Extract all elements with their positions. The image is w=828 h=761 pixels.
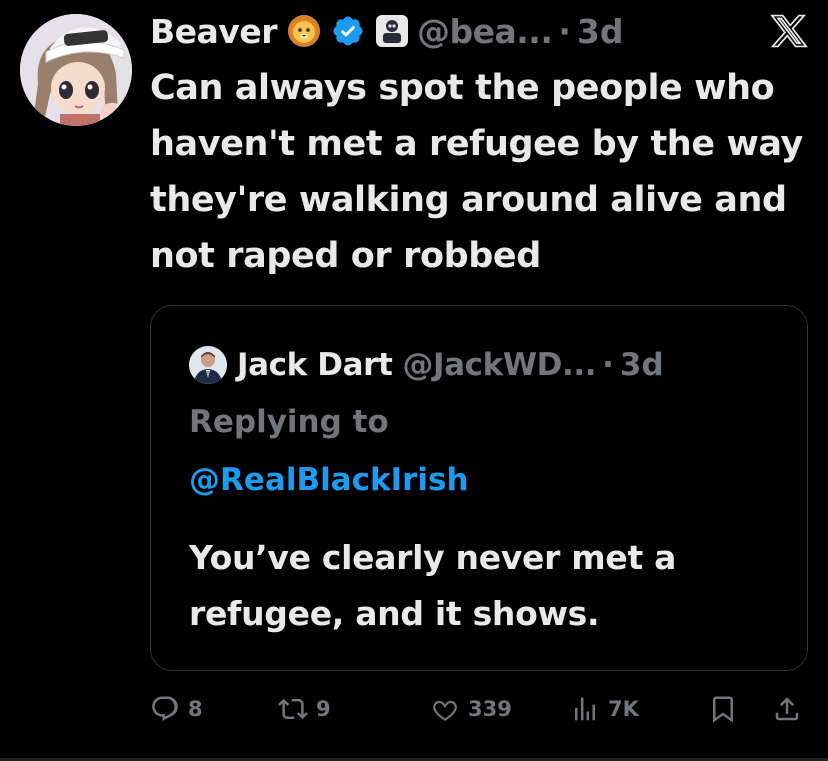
author-avatar[interactable] (20, 14, 132, 126)
tweet[interactable]: Beaver @bea... · 3d Can always spot the … (0, 0, 828, 761)
repost-icon (278, 698, 308, 720)
name-emoji (287, 14, 321, 48)
share-button[interactable] (772, 694, 810, 724)
x-logo-icon[interactable] (770, 12, 808, 50)
repost-count: 9 (316, 697, 331, 721)
person-avatar-icon (189, 346, 227, 384)
replying-to-label: Replying to (189, 404, 389, 440)
lion-emoji-icon (287, 15, 320, 47)
quoted-separator-dot: · (602, 347, 614, 383)
affiliate-badge[interactable] (375, 14, 409, 48)
views-icon (575, 697, 595, 721)
replying-to-mention[interactable]: @RealBlackIrish (189, 462, 469, 498)
quoted-author-avatar[interactable] (189, 346, 227, 384)
reply-icon (152, 696, 178, 721)
tweet-header: Beaver @bea... · 3d (150, 6, 624, 56)
quoted-author-handle[interactable]: @JackWD... (402, 347, 596, 383)
verified-icon (333, 16, 363, 46)
bookmark-button[interactable] (708, 694, 746, 724)
author-display-name[interactable]: Beaver (150, 12, 277, 51)
tweet-text: Can always spot the people who haven't m… (150, 68, 803, 276)
share-icon (775, 697, 799, 721)
like-icon (433, 700, 457, 721)
quoted-author-name[interactable]: Jack Dart (237, 347, 393, 383)
views-count: 7K (608, 697, 639, 721)
affiliate-org-icon (375, 15, 408, 47)
quoted-tweet-text: You’ve clearly never met a refugee, and … (189, 538, 677, 633)
anime-avatar-icon (20, 14, 132, 126)
like-count: 339 (468, 697, 512, 721)
quoted-tweet[interactable]: Jack Dart @JackWD... · 3d Replying to @R… (150, 305, 808, 671)
repost-button[interactable]: 9 (278, 694, 331, 724)
tweet-actions: 8 9 339 7K (150, 694, 810, 734)
quoted-timestamp[interactable]: 3d (620, 347, 664, 383)
author-handle[interactable]: @bea... (417, 12, 553, 51)
views-button[interactable]: 7K (570, 694, 639, 724)
bookmark-icon (713, 696, 733, 723)
reply-button[interactable]: 8 (150, 694, 203, 724)
quoted-tweet-header: Jack Dart @JackWD... · 3d (189, 346, 664, 384)
tweet-timestamp[interactable]: 3d (577, 12, 624, 51)
separator-dot: · (558, 11, 571, 51)
verified-badge (331, 14, 365, 48)
reply-count: 8 (188, 697, 203, 721)
like-button[interactable]: 339 (430, 694, 512, 724)
